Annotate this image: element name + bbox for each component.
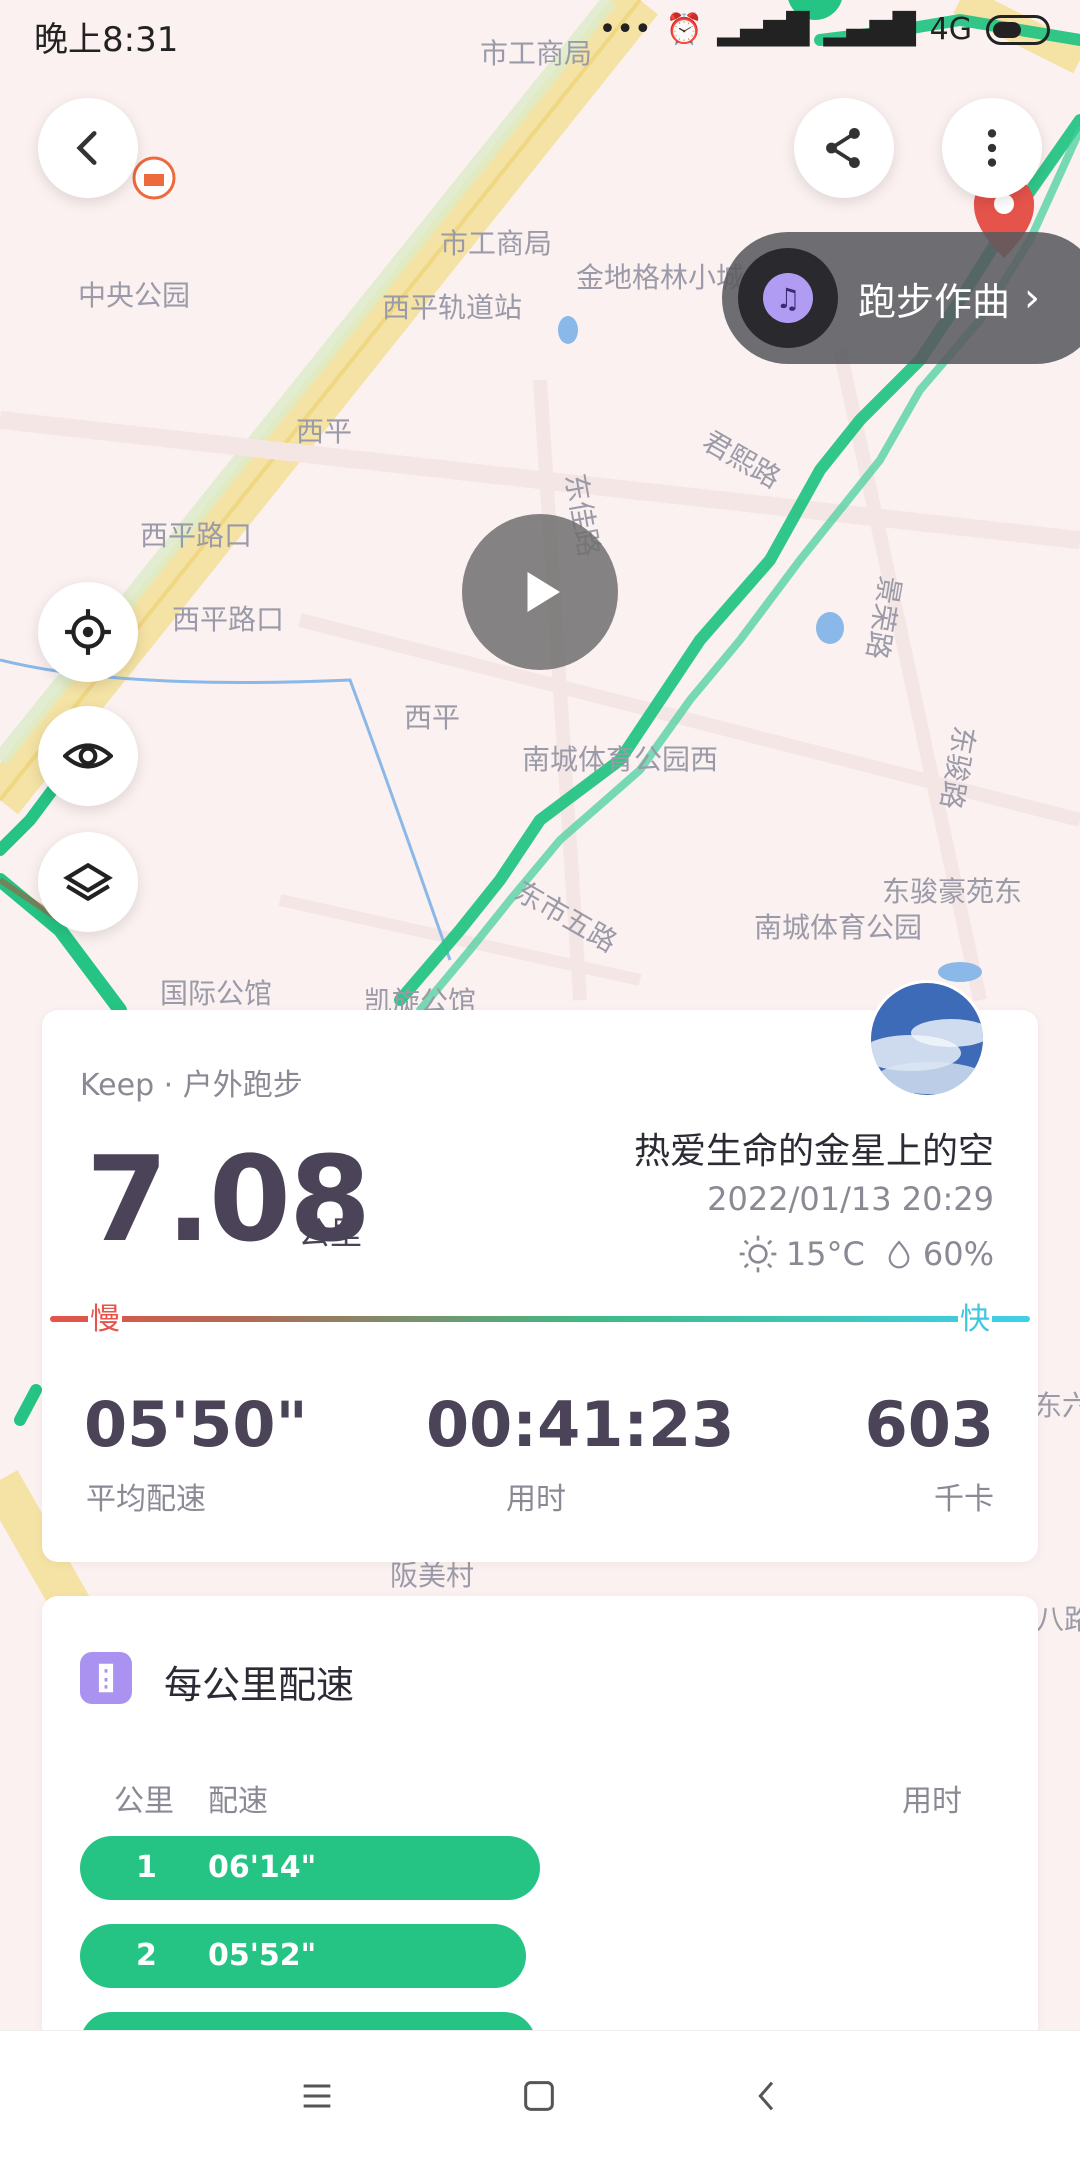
map-label: 国际公馆 xyxy=(160,977,273,1010)
crosshair-icon xyxy=(65,609,111,655)
signal-icon: ▂▄▆█ xyxy=(823,12,916,47)
map-label: 八路 xyxy=(1036,1603,1080,1636)
split-km: 2 xyxy=(136,1938,157,1973)
music-note-icon: ♫ xyxy=(763,273,813,323)
split-pace: 05'52" xyxy=(208,1938,317,1973)
visibility-button[interactable] xyxy=(38,706,138,806)
map-label: 金地格林小城 xyxy=(576,261,745,294)
map-label: 南城体育公园 xyxy=(754,911,923,944)
avg-pace-label: 平均配速 xyxy=(86,1482,206,1517)
share-button[interactable] xyxy=(794,98,894,198)
map-label: 中央公园 xyxy=(78,279,191,312)
map-label: 东六路 xyxy=(1034,1389,1080,1422)
avatar-image xyxy=(871,983,983,1095)
duration-value: 00:41:23 xyxy=(426,1388,735,1461)
map-label: 西平轨道站 xyxy=(382,291,523,324)
map-label: 东骏豪苑东 xyxy=(882,875,1023,908)
menu-icon xyxy=(303,2084,331,2108)
map-layers-button[interactable] xyxy=(38,832,138,932)
sun-icon xyxy=(739,1235,777,1273)
pace-split-icon xyxy=(80,1652,132,1704)
back-icon xyxy=(758,2081,774,2111)
nav-menu-button[interactable] xyxy=(282,2061,352,2131)
home-square-icon xyxy=(524,2081,554,2111)
chevron-right-icon: › xyxy=(1024,275,1041,321)
pace-split-row: 2 05'52" xyxy=(80,1924,526,1988)
avg-pace-value: 05'50" xyxy=(84,1388,308,1461)
col-header-km: 公里 xyxy=(114,1784,174,1819)
map-label: 市工商局 xyxy=(440,227,553,260)
humidity-drop-icon xyxy=(888,1240,910,1269)
pace-split-row: 1 06'14" xyxy=(80,1836,540,1900)
running-music-button[interactable]: ♫ 跑步作曲 › xyxy=(722,232,1080,364)
alarm-icon: ⏰ xyxy=(665,12,704,47)
split-pace: 06'14" xyxy=(208,1850,317,1885)
system-nav-bar xyxy=(0,2030,1080,2160)
calories-value: 603 xyxy=(864,1388,994,1461)
nav-back-button[interactable] xyxy=(732,2061,802,2131)
music-disc-icon: ♫ xyxy=(738,248,838,348)
calories-label: 千卡 xyxy=(934,1482,994,1517)
map-label: 南城体育公园西 xyxy=(522,743,719,776)
humidity: 60% xyxy=(922,1235,994,1273)
distance-unit: 公里 xyxy=(298,1214,363,1252)
battery-icon xyxy=(986,14,1050,45)
col-header-pace: 配速 xyxy=(208,1784,268,1819)
chevron-left-icon xyxy=(76,131,97,165)
status-time: 晚上8:31 xyxy=(34,20,179,60)
pace-gradient-bar xyxy=(50,1316,1030,1322)
map-label: 西平 xyxy=(296,415,353,448)
user-avatar[interactable] xyxy=(868,980,986,1098)
nav-home-button[interactable] xyxy=(504,2061,574,2131)
status-icons: ••• ⏰ ▂▄▆█ ▂▄▆█ 4G xyxy=(599,12,1050,47)
split-km: 1 xyxy=(136,1850,157,1885)
username: 热爱生命的金星上的空 xyxy=(633,1131,994,1172)
more-button[interactable] xyxy=(942,98,1042,198)
activity-source: Keep · 户外跑步 xyxy=(80,1068,303,1103)
share-icon xyxy=(826,128,860,168)
layers-icon xyxy=(63,862,113,902)
run-summary-card: Keep · 户外跑步 7.08 公里 热爱生命的金星上的空 2022/01/1… xyxy=(42,980,1038,1562)
eye-icon xyxy=(63,743,113,769)
duration-label: 用时 xyxy=(506,1482,566,1517)
col-header-time: 用时 xyxy=(902,1784,962,1819)
map-label: 西平 xyxy=(404,701,461,734)
per-km-title: 每公里配速 xyxy=(164,1663,355,1707)
replay-play-button[interactable] xyxy=(462,514,618,670)
slow-label: 慢 xyxy=(88,1294,122,1338)
fast-label: 快 xyxy=(958,1294,992,1338)
run-datetime: 2022/01/13 20:29 xyxy=(707,1180,994,1218)
back-button[interactable] xyxy=(38,98,138,198)
map-label: 西平路口 xyxy=(172,603,285,636)
temperature: 15°C xyxy=(785,1235,865,1273)
more-dots-icon: ••• xyxy=(598,12,652,47)
music-label: 跑步作曲 xyxy=(858,279,1011,324)
signal-icon: ▂▄▆█ xyxy=(717,12,810,47)
road-icon xyxy=(98,1663,114,1693)
status-bar: 晚上8:31 ••• ⏰ ▂▄▆█ ▂▄▆█ 4G xyxy=(0,0,1080,70)
network-type: 4G xyxy=(929,12,972,47)
per-km-pace-card: 每公里配速 公里 配速 用时 1 06'14" 2 05'52" xyxy=(42,1596,1038,2076)
map-label: 西平路口 xyxy=(140,519,253,552)
weather-info: 15°C 60% xyxy=(738,1234,994,1274)
more-vertical-icon xyxy=(987,129,997,167)
play-icon xyxy=(527,572,560,612)
locate-button[interactable] xyxy=(38,582,138,682)
